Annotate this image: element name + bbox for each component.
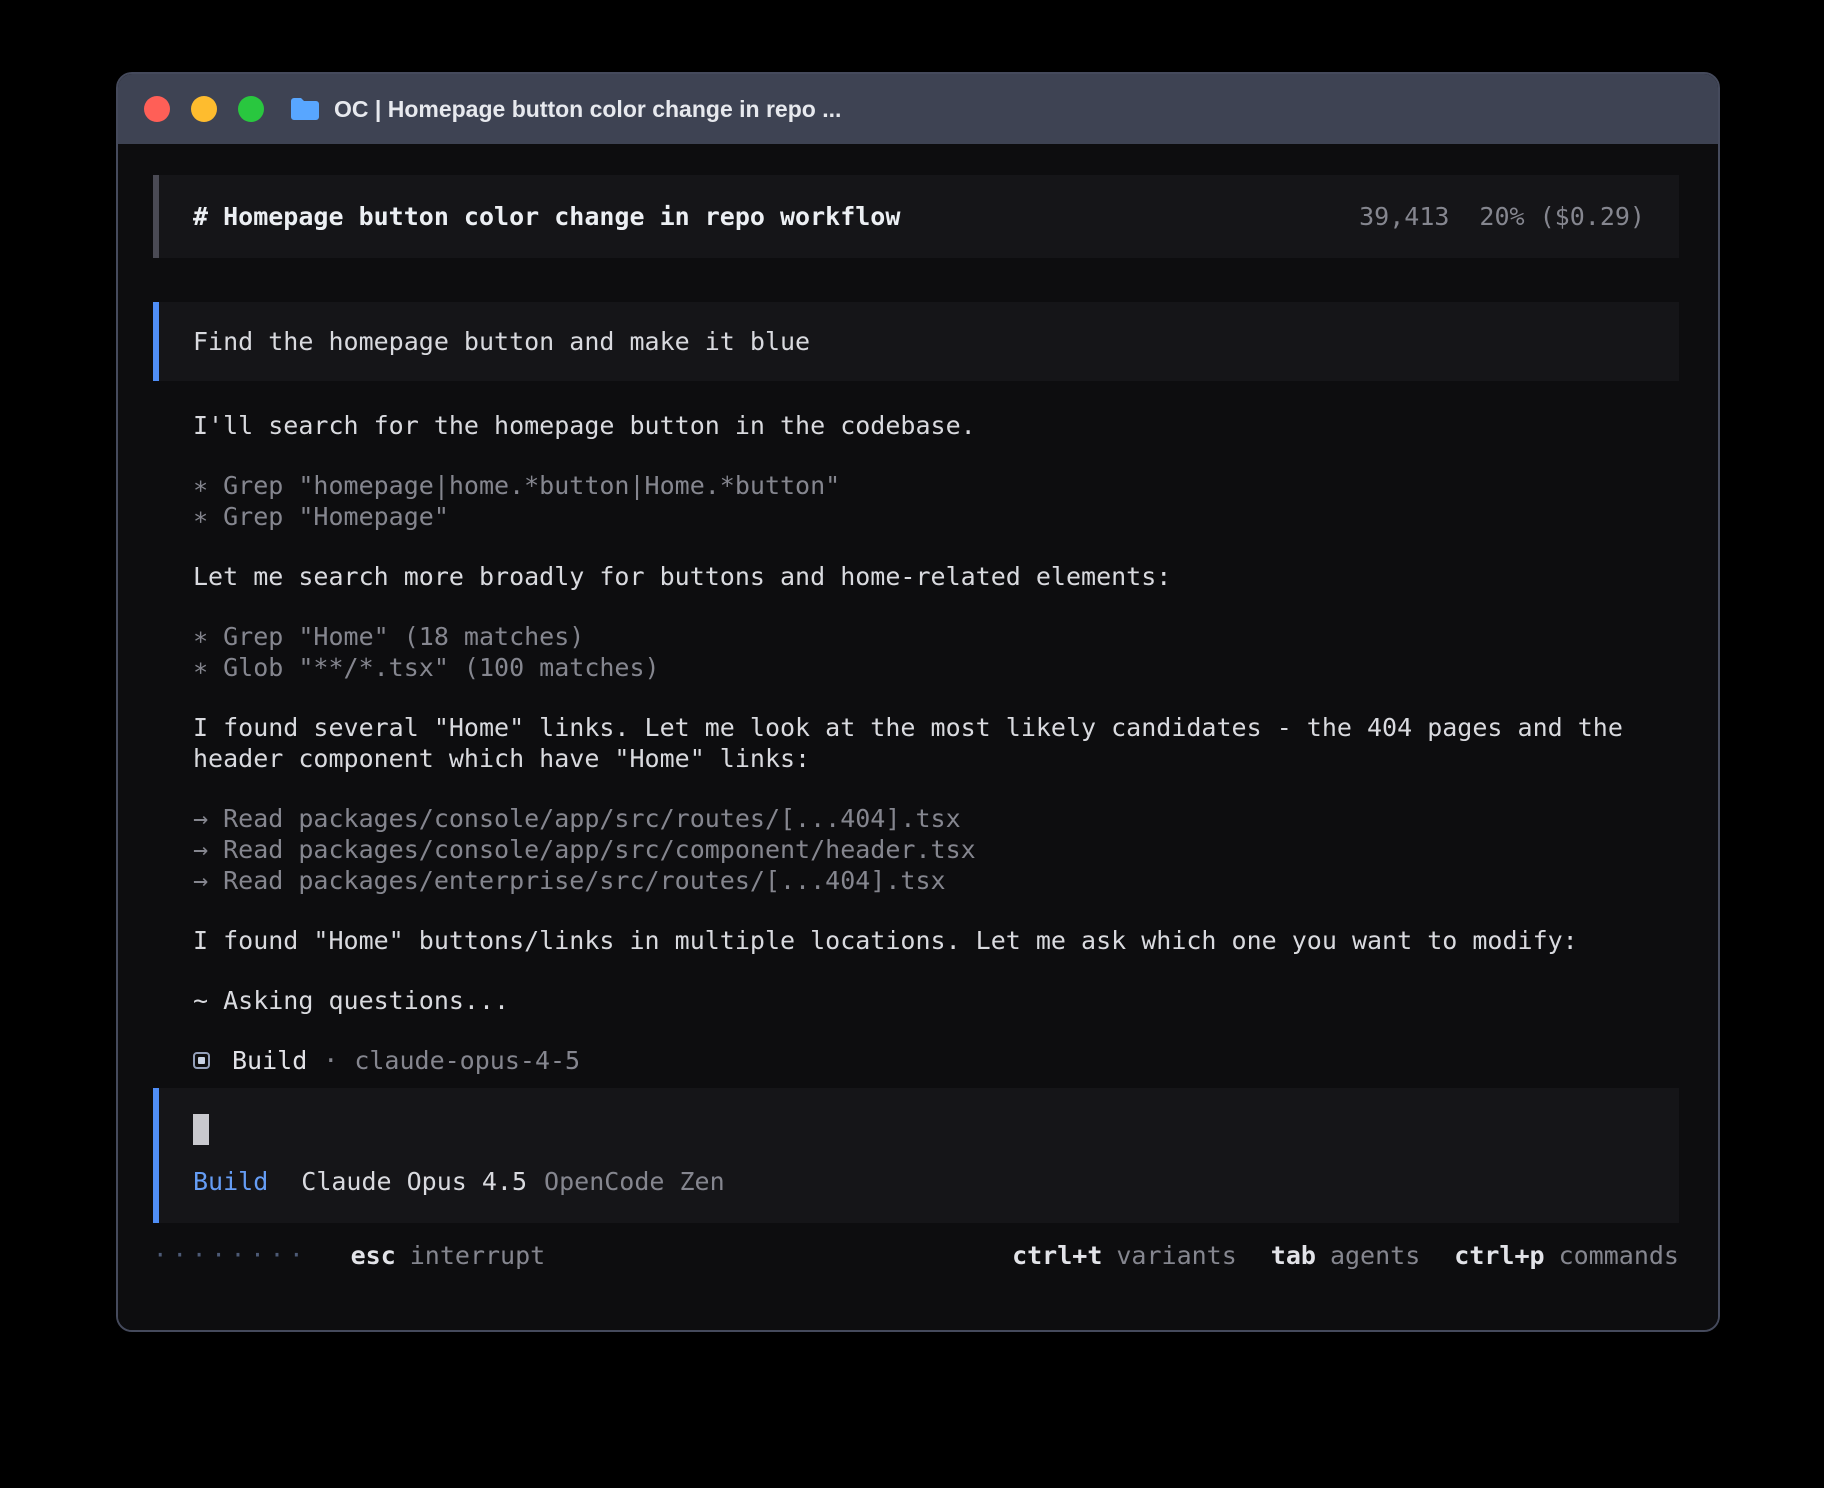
session-title: # Homepage button color change in repo w… bbox=[193, 201, 900, 232]
status-bar: ········ esc interrupt ctrl+t variants t… bbox=[153, 1240, 1679, 1271]
agent-icon bbox=[193, 1052, 210, 1069]
assistant-text: I'll search for the homepage button in t… bbox=[193, 410, 1679, 441]
agent-name: Build bbox=[232, 1045, 307, 1076]
esc-key: esc bbox=[351, 1240, 396, 1271]
prompt-input[interactable]: Build Claude Opus 4.5 OpenCode Zen bbox=[153, 1088, 1679, 1223]
commands-hint: ctrl+p commands bbox=[1454, 1240, 1679, 1271]
variants-hint: ctrl+t variants bbox=[1012, 1240, 1237, 1271]
tool-call-read: → Read packages/console/app/src/componen… bbox=[193, 834, 1679, 865]
assistant-text: I found "Home" buttons/links in multiple… bbox=[193, 925, 1679, 956]
model-name-label[interactable]: Claude Opus 4.5 bbox=[301, 1166, 527, 1197]
session-stats: 39,413 20% ($0.29) bbox=[1359, 201, 1645, 232]
terminal-window: OC | Homepage button color change in rep… bbox=[116, 72, 1720, 1332]
agent-model: claude-opus-4-5 bbox=[354, 1045, 580, 1076]
user-message: Find the homepage button and make it blu… bbox=[153, 302, 1679, 381]
status-bar-left: ········ esc interrupt bbox=[153, 1240, 545, 1271]
folder-icon bbox=[290, 97, 320, 121]
close-button[interactable] bbox=[144, 96, 170, 122]
assistant-transcript: I'll search for the homepage button in t… bbox=[193, 381, 1679, 1076]
ctrl-t-key: ctrl+t bbox=[1012, 1240, 1102, 1271]
agents-hint: tab agents bbox=[1271, 1240, 1420, 1271]
assistant-text: I found several "Home" links. Let me loo… bbox=[193, 712, 1679, 774]
tool-call-glob: ∗ Glob "**/*.tsx" (100 matches) bbox=[193, 652, 1679, 683]
assistant-text: Let me search more broadly for buttons a… bbox=[193, 561, 1679, 592]
agent-mode-label[interactable]: Build bbox=[193, 1166, 268, 1197]
commands-label: commands bbox=[1559, 1240, 1679, 1271]
provider-label: OpenCode Zen bbox=[544, 1166, 725, 1197]
tool-call-group: → Read packages/console/app/src/routes/[… bbox=[193, 803, 1679, 896]
status-bar-right: ctrl+t variants tab agents ctrl+p comman… bbox=[1012, 1240, 1679, 1271]
esc-hint: esc interrupt bbox=[351, 1240, 546, 1271]
tool-call-group: ∗ Grep "Home" (18 matches) ∗ Glob "**/*.… bbox=[193, 621, 1679, 683]
agent-separator: · bbox=[323, 1045, 338, 1076]
ctrl-p-key: ctrl+p bbox=[1454, 1240, 1544, 1271]
input-meta-row: Build Claude Opus 4.5 OpenCode Zen bbox=[193, 1166, 1645, 1197]
tool-call-read: → Read packages/enterprise/src/routes/[.… bbox=[193, 865, 1679, 896]
spinner-dots-icon: ········ bbox=[153, 1240, 309, 1271]
tab-key: tab bbox=[1271, 1240, 1316, 1271]
session-header: # Homepage button color change in repo w… bbox=[153, 175, 1679, 258]
minimize-button[interactable] bbox=[191, 96, 217, 122]
context-usage: 20% ($0.29) bbox=[1479, 201, 1645, 232]
tool-call-grep: ∗ Grep "Home" (18 matches) bbox=[193, 621, 1679, 652]
esc-label: interrupt bbox=[410, 1240, 545, 1271]
traffic-lights bbox=[144, 96, 264, 122]
status-line: ~ Asking questions... bbox=[193, 985, 1679, 1016]
token-count: 39,413 bbox=[1359, 201, 1449, 232]
terminal-content: # Homepage button color change in repo w… bbox=[118, 144, 1718, 1332]
tool-call-grep: ∗ Grep "Homepage" bbox=[193, 501, 1679, 532]
tool-call-grep: ∗ Grep "homepage|home.*button|Home.*butt… bbox=[193, 470, 1679, 501]
text-cursor bbox=[193, 1114, 209, 1145]
agents-label: agents bbox=[1330, 1240, 1420, 1271]
user-message-text: Find the homepage button and make it blu… bbox=[193, 327, 810, 356]
agent-indicator: Build · claude-opus-4-5 bbox=[193, 1045, 1679, 1076]
tool-call-group: ∗ Grep "homepage|home.*button|Home.*butt… bbox=[193, 470, 1679, 532]
tool-call-read: → Read packages/console/app/src/routes/[… bbox=[193, 803, 1679, 834]
zoom-button[interactable] bbox=[238, 96, 264, 122]
variants-label: variants bbox=[1116, 1240, 1236, 1271]
window-title: OC | Homepage button color change in rep… bbox=[334, 96, 841, 123]
titlebar[interactable]: OC | Homepage button color change in rep… bbox=[118, 74, 1718, 144]
